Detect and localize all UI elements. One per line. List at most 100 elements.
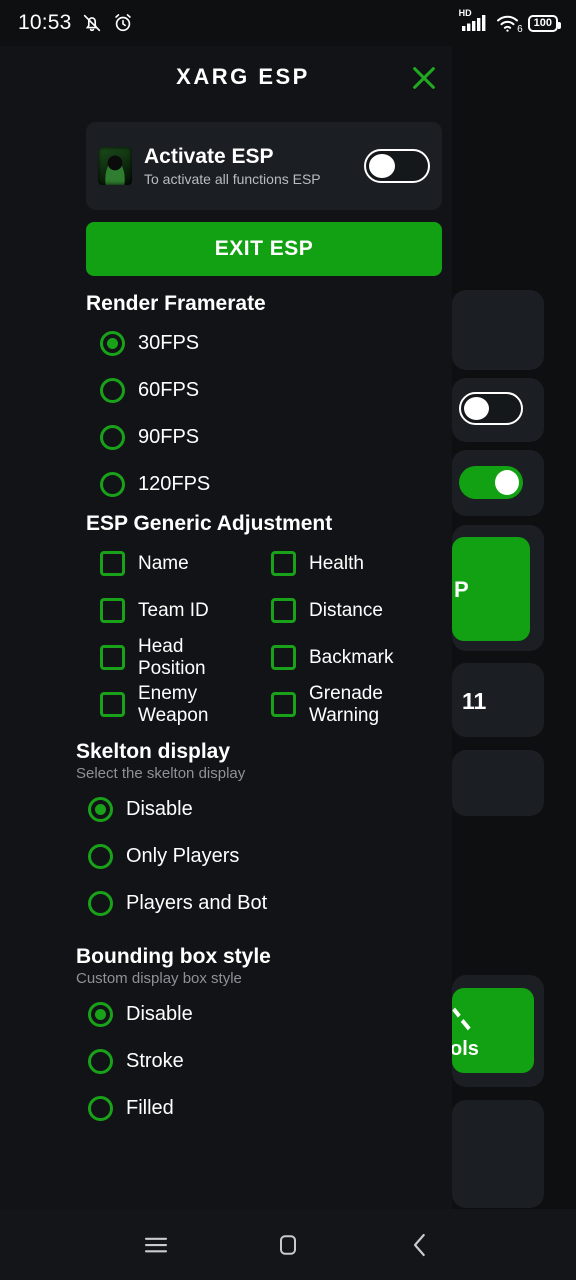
radio-indicator bbox=[88, 1096, 113, 1121]
hd-label: HD bbox=[458, 8, 472, 18]
radio-option-skelton-only-players[interactable]: Only Players bbox=[88, 833, 442, 880]
checkbox-indicator bbox=[271, 551, 296, 576]
wifi-generation-label: 6 bbox=[517, 24, 523, 35]
checkbox-option-health[interactable]: Health bbox=[271, 540, 442, 587]
section-esp-generic-adjustment: ESP Generic Adjustment Name Health Team … bbox=[76, 512, 442, 728]
radio-label: 90FPS bbox=[138, 426, 200, 448]
checkbox-indicator bbox=[100, 598, 125, 623]
section-skelton-display: Skelton display Select the skelton displ… bbox=[76, 740, 442, 927]
home-icon[interactable] bbox=[265, 1222, 311, 1268]
radio-label: Stroke bbox=[126, 1050, 184, 1072]
activate-esp-subtitle: To activate all functions ESP bbox=[144, 170, 321, 187]
radio-option-box-filled[interactable]: Filled bbox=[88, 1085, 442, 1132]
radio-indicator bbox=[100, 378, 125, 403]
alarm-clock-icon bbox=[112, 12, 134, 34]
radio-option-120fps[interactable]: 120FPS bbox=[100, 461, 442, 508]
checkbox-option-name[interactable]: Name bbox=[100, 540, 271, 587]
section-bounding-box-style: Bounding box style Custom display box st… bbox=[76, 945, 442, 1132]
radio-option-box-disable[interactable]: Disable bbox=[88, 991, 442, 1038]
battery-level-label: 100 bbox=[533, 17, 552, 29]
background-toggle-on[interactable] bbox=[459, 466, 523, 499]
radio-label: 60FPS bbox=[138, 379, 200, 401]
battery-icon: 100 bbox=[527, 14, 562, 32]
status-bar-right: HD 6 100 bbox=[459, 8, 562, 35]
checkbox-option-grenade-warning[interactable]: Grenade Warning bbox=[271, 681, 442, 728]
status-bar: 10:53 HD 6 100 bbox=[0, 0, 576, 46]
activate-esp-title: Activate ESP bbox=[144, 144, 274, 168]
section-subtitle: Custom display box style bbox=[76, 970, 242, 987]
checkbox-indicator bbox=[100, 551, 125, 576]
exit-esp-button[interactable]: EXIT ESP bbox=[86, 222, 442, 276]
radio-option-90fps[interactable]: 90FPS bbox=[100, 414, 442, 461]
radio-option-skelton-players-and-bot[interactable]: Players and Bot bbox=[88, 880, 442, 927]
checkbox-option-backmark[interactable]: Backmark bbox=[271, 634, 442, 681]
radio-label: Disable bbox=[126, 798, 193, 820]
checkbox-label: Team ID bbox=[138, 599, 209, 621]
radio-label: Players and Bot bbox=[126, 892, 268, 914]
background-tools-button[interactable]: ols bbox=[450, 988, 534, 1073]
radio-label: Only Players bbox=[126, 845, 240, 867]
panel-body: Activate ESP To activate all functions E… bbox=[74, 108, 452, 1209]
checkbox-option-distance[interactable]: Distance bbox=[271, 587, 442, 634]
radio-option-box-stroke[interactable]: Stroke bbox=[88, 1038, 442, 1085]
close-icon[interactable] bbox=[406, 60, 442, 96]
checkbox-grid: Name Health Team ID Distance Head Positi… bbox=[76, 540, 442, 728]
radio-option-skelton-disable[interactable]: Disable bbox=[88, 786, 442, 833]
section-subtitle: Select the skelton display bbox=[76, 765, 246, 782]
radio-indicator bbox=[88, 891, 113, 916]
recents-icon[interactable] bbox=[133, 1222, 179, 1268]
background-tools-label: ols bbox=[450, 1038, 479, 1060]
activate-esp-card[interactable]: Activate ESP To activate all functions E… bbox=[86, 122, 442, 210]
radio-indicator bbox=[100, 425, 125, 450]
radio-indicator bbox=[88, 1002, 113, 1027]
android-nav-bar bbox=[0, 1209, 576, 1280]
panel-header: XARG ESP bbox=[0, 46, 452, 108]
toggle-knob bbox=[464, 397, 489, 420]
section-render-framerate: Render Framerate 30FPS 60FPS 90FPS 120FP… bbox=[86, 292, 442, 508]
esp-panel: XARG ESP Activate ESP To activate all fu… bbox=[0, 46, 452, 1209]
background-card bbox=[452, 750, 544, 816]
toggle-knob bbox=[495, 470, 519, 495]
toggle-knob bbox=[369, 154, 395, 178]
background-card bbox=[452, 290, 544, 370]
background-card bbox=[452, 1100, 544, 1208]
background-toggle-off[interactable] bbox=[459, 392, 523, 425]
checkbox-option-enemy-weapon[interactable]: Enemy Weapon bbox=[100, 681, 271, 728]
radio-group-bounding-box-style: Disable Stroke Filled bbox=[76, 991, 442, 1132]
checkbox-indicator bbox=[271, 598, 296, 623]
activate-esp-toggle[interactable] bbox=[364, 149, 430, 183]
bell-muted-icon bbox=[81, 12, 103, 34]
checkbox-label: Distance bbox=[309, 599, 383, 621]
radio-label: 120FPS bbox=[138, 473, 211, 495]
status-bar-left: 10:53 bbox=[18, 11, 134, 35]
checkbox-label: Health bbox=[309, 552, 364, 574]
wifi-6-icon: 6 bbox=[495, 13, 523, 35]
checkbox-label: Enemy Weapon bbox=[138, 682, 209, 726]
background-green-button[interactable]: P bbox=[452, 537, 530, 641]
section-title: Bounding box style bbox=[76, 945, 271, 968]
radio-indicator bbox=[100, 331, 125, 356]
status-bar-clock: 10:53 bbox=[18, 11, 72, 34]
checkbox-indicator bbox=[271, 645, 296, 670]
checkbox-option-team-id[interactable]: Team ID bbox=[100, 587, 271, 634]
radio-label: Disable bbox=[126, 1003, 193, 1025]
radio-label: 30FPS bbox=[138, 332, 200, 354]
radio-indicator bbox=[88, 1049, 113, 1074]
radio-option-60fps[interactable]: 60FPS bbox=[100, 367, 442, 414]
radio-indicator bbox=[88, 797, 113, 822]
screen-root: P 11 ols 10:53 HD 6 100 XARG ESP Activat… bbox=[0, 0, 576, 1280]
background-green-button-label: P bbox=[454, 577, 469, 602]
checkbox-option-head-position[interactable]: Head Position bbox=[100, 634, 271, 681]
checkbox-label: Backmark bbox=[309, 646, 394, 668]
radio-group-skelton-display: Disable Only Players Players and Bot bbox=[76, 786, 442, 927]
radio-option-30fps[interactable]: 30FPS bbox=[100, 320, 442, 367]
background-clipped-text: 11 bbox=[462, 688, 487, 714]
radio-indicator bbox=[88, 844, 113, 869]
checkbox-indicator bbox=[100, 692, 125, 717]
checkbox-label: Grenade Warning bbox=[309, 682, 383, 726]
radio-label: Filled bbox=[126, 1097, 174, 1119]
app-logo-avatar bbox=[98, 147, 132, 185]
back-icon[interactable] bbox=[397, 1222, 443, 1268]
section-title: ESP Generic Adjustment bbox=[86, 512, 333, 535]
checkbox-indicator bbox=[271, 692, 296, 717]
